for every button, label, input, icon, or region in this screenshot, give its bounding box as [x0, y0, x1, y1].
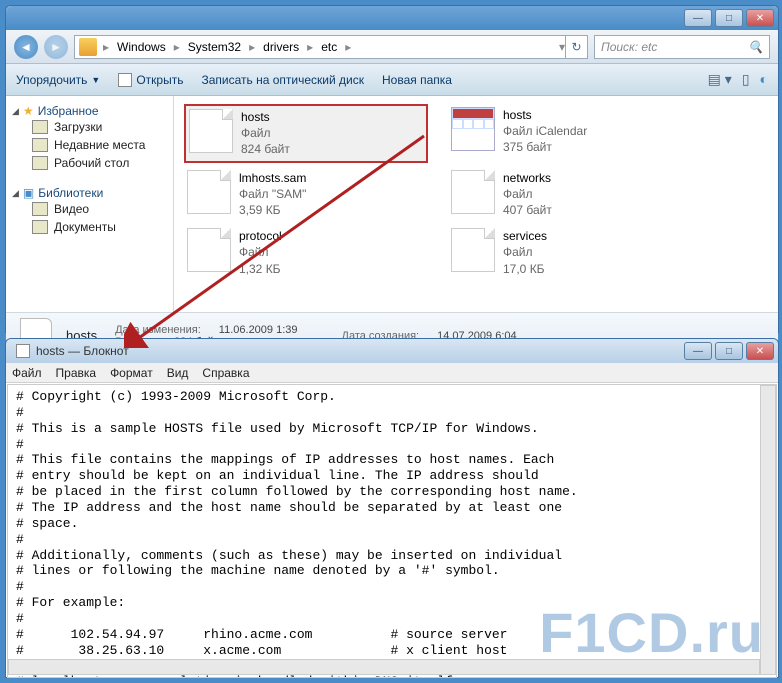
notepad-icon — [16, 344, 30, 358]
file-name: hosts — [241, 109, 290, 125]
search-icon: 🔍 — [748, 40, 763, 54]
downloads-icon — [32, 120, 48, 134]
file-icon — [187, 228, 231, 272]
preview-pane-button[interactable]: ▯ — [742, 71, 750, 88]
minimize-button[interactable]: — — [684, 342, 712, 360]
organize-menu[interactable]: Упорядочить ▼ — [16, 73, 100, 87]
library-icon: ▣ — [23, 186, 34, 200]
forward-button[interactable]: ► — [44, 35, 68, 59]
menu-help[interactable]: Справка — [202, 366, 249, 380]
close-button[interactable]: ✕ — [746, 342, 774, 360]
recent-icon — [32, 138, 48, 152]
maximize-button[interactable]: □ — [715, 9, 743, 27]
file-type: Файл — [239, 244, 282, 260]
menu-view[interactable]: Вид — [167, 366, 189, 380]
breadcrumb-bar[interactable]: ▸ Windows▸ System32▸ drivers▸ etc▸ ▾ ↻ — [74, 35, 588, 59]
back-button[interactable]: ◄ — [14, 35, 38, 59]
search-placeholder: Поиск: etc — [601, 40, 657, 54]
file-type: Файл — [241, 125, 290, 141]
new-folder-button[interactable]: Новая папка — [382, 73, 452, 87]
file-icon — [451, 170, 495, 214]
crumb-1[interactable]: System32 — [182, 36, 247, 58]
file-size: 375 байт — [503, 139, 587, 155]
scrollbar-horizontal[interactable] — [8, 659, 760, 675]
file-item[interactable]: servicesФайл17,0 КБ — [448, 225, 692, 280]
maximize-button[interactable]: □ — [715, 342, 743, 360]
libraries-header[interactable]: ◢▣Библиотеки — [12, 186, 167, 200]
refresh-button[interactable]: ↻ — [565, 35, 587, 59]
file-icon — [189, 109, 233, 153]
burn-button[interactable]: Записать на оптический диск — [201, 73, 364, 87]
toolbar: Упорядочить ▼ Открыть Записать на оптиче… — [6, 64, 778, 96]
nav-bar: ◄ ► ▸ Windows▸ System32▸ drivers▸ etc▸ ▾… — [6, 30, 778, 64]
sidebar-item-recent[interactable]: Недавние места — [12, 136, 167, 154]
file-name: lmhosts.sam — [239, 170, 306, 186]
menu-edit[interactable]: Правка — [56, 366, 97, 380]
sidebar-item-desktop[interactable]: Рабочий стол — [12, 154, 167, 172]
file-name: hosts — [503, 107, 587, 123]
open-button[interactable]: Открыть — [118, 73, 183, 87]
documents-icon — [32, 220, 48, 234]
notepad-window: hosts — Блокнот — □ ✕ Файл Правка Формат… — [5, 338, 779, 678]
folder-icon — [79, 38, 97, 56]
file-type: Файл — [503, 186, 552, 202]
notepad-titlebar[interactable]: hosts — Блокнот — □ ✕ — [6, 339, 778, 363]
file-list[interactable]: hostsФайл824 байтhostsФайл iCalendar375 … — [174, 96, 778, 312]
file-size: 17,0 КБ — [503, 261, 547, 277]
notepad-text-area[interactable]: # Copyright (c) 1993-2009 Microsoft Corp… — [7, 384, 777, 678]
desktop-icon — [32, 156, 48, 170]
favorites-header[interactable]: ◢★Избранное — [12, 104, 167, 118]
file-name: services — [503, 228, 547, 244]
crumb-0[interactable]: Windows — [111, 36, 172, 58]
file-item[interactable]: hostsФайл824 байт — [184, 104, 428, 163]
star-icon: ★ — [23, 104, 34, 118]
file-size: 407 байт — [503, 202, 552, 218]
calendar-icon — [451, 107, 495, 151]
explorer-window: — □ ✕ ◄ ► ▸ Windows▸ System32▸ drivers▸ … — [5, 5, 779, 333]
file-type: Файл — [503, 244, 547, 260]
menu-format[interactable]: Формат — [110, 366, 153, 380]
view-mode-button[interactable]: ▤ ▾ — [708, 71, 732, 88]
file-item[interactable]: networksФайл407 байт — [448, 167, 692, 222]
sidebar-item-documents[interactable]: Документы — [12, 218, 167, 236]
sidebar-item-downloads[interactable]: Загрузки — [12, 118, 167, 136]
search-input[interactable]: Поиск: etc 🔍 — [594, 35, 770, 59]
file-size: 824 байт — [241, 141, 290, 157]
video-icon — [32, 202, 48, 216]
file-icon — [451, 228, 495, 272]
crumb-3[interactable]: etc — [315, 36, 343, 58]
file-item[interactable]: protocolФайл1,32 КБ — [184, 225, 428, 280]
file-type: Файл iCalendar — [503, 123, 587, 139]
sidebar: ◢★Избранное Загрузки Недавние места Рабо… — [6, 96, 174, 312]
page-icon — [118, 73, 132, 87]
sidebar-item-video[interactable]: Видео — [12, 200, 167, 218]
close-button[interactable]: ✕ — [746, 9, 774, 27]
file-item[interactable]: lmhosts.samФайл "SAM"3,59 КБ — [184, 167, 428, 222]
help-button[interactable]: ◐ — [760, 71, 768, 88]
crumb-2[interactable]: drivers — [257, 36, 305, 58]
file-item[interactable]: hostsФайл iCalendar375 байт — [448, 104, 692, 163]
file-name: protocol — [239, 228, 282, 244]
explorer-titlebar[interactable]: — □ ✕ — [6, 6, 778, 30]
file-size: 3,59 КБ — [239, 202, 306, 218]
minimize-button[interactable]: — — [684, 9, 712, 27]
notepad-title: hosts — Блокнот — [10, 344, 681, 358]
notepad-menubar: Файл Правка Формат Вид Справка — [6, 363, 778, 383]
file-type: Файл "SAM" — [239, 186, 306, 202]
file-name: networks — [503, 170, 552, 186]
file-icon — [187, 170, 231, 214]
file-size: 1,32 КБ — [239, 261, 282, 277]
menu-file[interactable]: Файл — [12, 366, 42, 380]
scrollbar-vertical[interactable] — [760, 385, 776, 675]
